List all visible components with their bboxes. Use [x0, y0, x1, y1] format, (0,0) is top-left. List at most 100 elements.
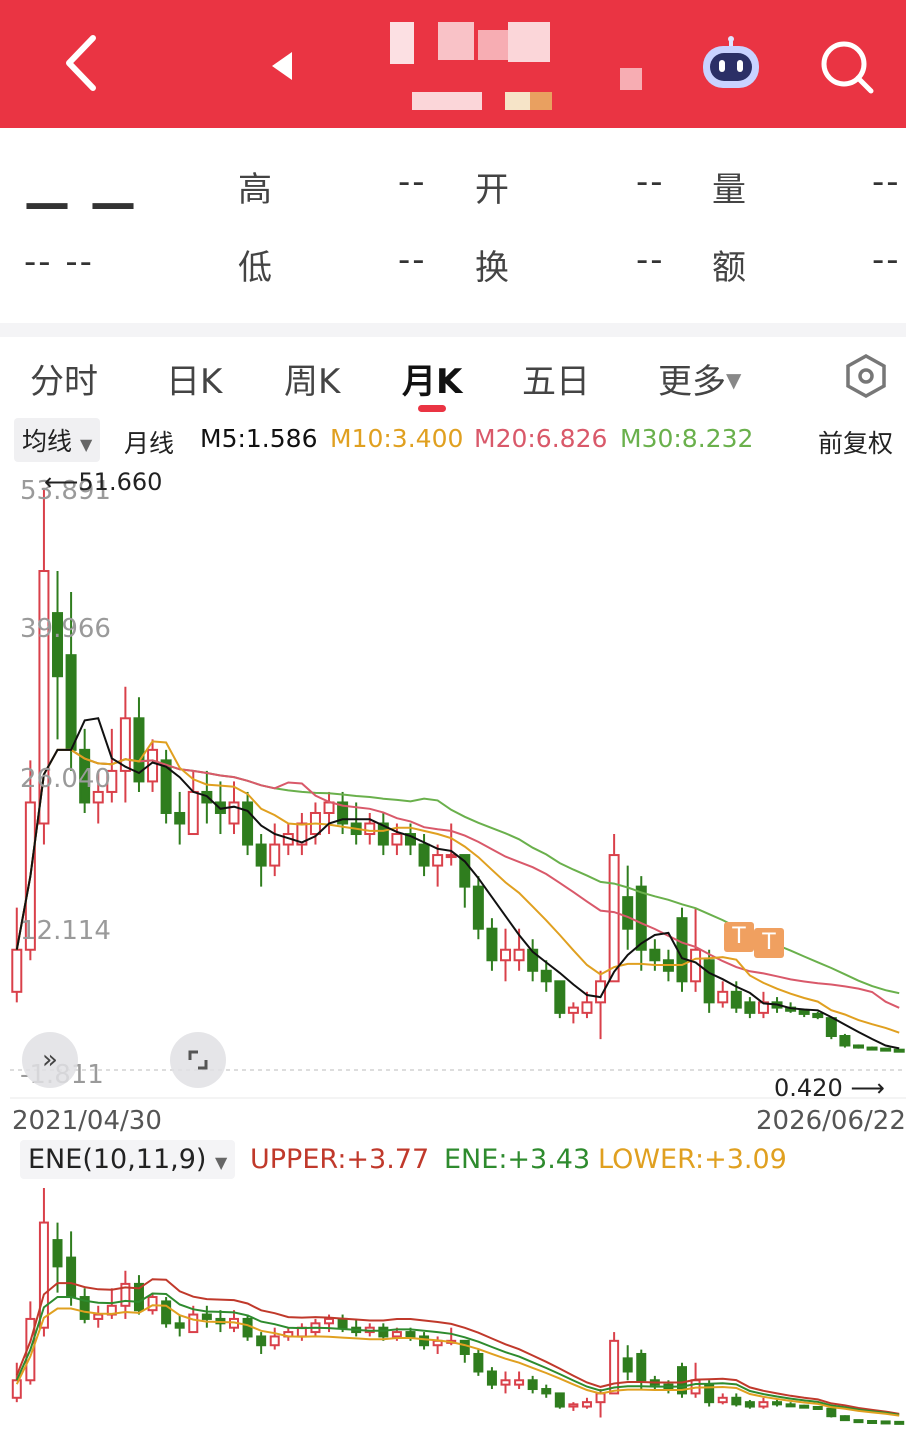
candle-body: [445, 854, 457, 859]
volume-value: --: [872, 162, 901, 202]
candle-body: [269, 843, 281, 867]
candle-body: [731, 1396, 742, 1406]
candle-body: [500, 948, 512, 962]
candle-body: [242, 801, 254, 846]
candle-body: [337, 1317, 348, 1329]
fullscreen-button[interactable]: [170, 1032, 226, 1088]
ma5-value: M5:1.586: [200, 424, 318, 453]
candle-body: [269, 1335, 280, 1347]
candle-body: [66, 1256, 77, 1299]
adjust-mode-button[interactable]: 前复权: [818, 424, 893, 460]
double-chevron-right-icon: »: [42, 1045, 58, 1075]
fullscreen-icon: [188, 1050, 208, 1070]
candle-body: [486, 927, 498, 962]
candle-body: [405, 1331, 416, 1338]
ene-chart[interactable]: [0, 1182, 906, 1444]
indicator-selector[interactable]: ENE(10,11,9) ▼: [20, 1140, 236, 1179]
candle-body: [500, 1379, 511, 1386]
candle-body: [486, 1370, 497, 1386]
candle-body: [894, 1420, 905, 1425]
candle-body: [867, 1420, 878, 1425]
candle-body: [758, 1401, 769, 1408]
tab-intraday[interactable]: 分时: [30, 354, 98, 403]
candle-body: [418, 843, 430, 867]
change-value: -- --: [24, 242, 94, 282]
high-value: --: [398, 162, 427, 202]
robot-assistant-icon: [703, 36, 759, 88]
caret-down-icon: ▼: [215, 1153, 228, 1172]
ene-lower-line: [15, 1304, 900, 1417]
t-marker: T: [754, 928, 784, 958]
candle-body: [567, 1006, 579, 1014]
candle-body: [364, 822, 376, 836]
min-price-label: 0.420: [774, 1074, 843, 1102]
tab-more[interactable]: 更多▼: [658, 354, 741, 403]
indicator-name: ENE(10,11,9): [28, 1144, 207, 1175]
candle-body: [93, 1313, 104, 1320]
candle-body: [636, 1352, 647, 1382]
candle-body: [119, 717, 131, 772]
high-label: 高: [238, 170, 272, 210]
search-button[interactable]: [818, 38, 876, 96]
candle-body: [825, 1017, 837, 1038]
section-divider: [0, 323, 906, 337]
candle-body: [608, 854, 620, 983]
expand-sidebar-button[interactable]: »: [22, 1032, 78, 1088]
candle-body: [147, 1296, 158, 1312]
low-value: --: [398, 240, 427, 280]
chart-settings-button[interactable]: [844, 352, 888, 400]
candle-body: [324, 1317, 335, 1325]
candle-body: [595, 1392, 606, 1404]
candle-body: [622, 1357, 633, 1373]
candle-body: [419, 1335, 430, 1347]
assistant-button[interactable]: [700, 36, 762, 92]
candle-body: [744, 1001, 756, 1014]
tab-five-day[interactable]: 五日: [522, 354, 590, 403]
kline-chart[interactable]: [0, 460, 906, 1100]
ene-lower-value: LOWER:+3.09: [598, 1144, 787, 1175]
end-date: 2026/06/22: [756, 1106, 906, 1136]
chevron-left-icon: [66, 35, 96, 91]
tab-weekly-k[interactable]: 周K: [284, 354, 340, 403]
open-value: --: [636, 162, 665, 202]
candle-body: [799, 1404, 810, 1409]
max-price-annotation: ⟵51.660: [44, 468, 162, 496]
tab-daily-k[interactable]: 日K: [166, 354, 222, 403]
ma20-value: M20:6.826: [474, 424, 608, 453]
candle-body: [649, 948, 661, 962]
candle-body: [772, 1401, 783, 1406]
candle-body: [52, 1239, 63, 1268]
ene-mid-value: ENE:+3.43: [444, 1144, 591, 1175]
candle-body: [826, 1407, 837, 1418]
search-icon: [821, 41, 874, 94]
candle-body: [188, 1313, 199, 1334]
candle-body: [473, 1352, 484, 1373]
quote-panel: — — -- -- 高 -- 开 -- 量 -- 低 -- 换 -- 额 --: [0, 128, 906, 323]
low-label: 低: [238, 248, 272, 288]
ma20-line: [15, 748, 900, 1009]
amount-value: --: [872, 240, 901, 280]
candle-body: [432, 854, 444, 867]
back-button[interactable]: [55, 30, 115, 96]
candle-body: [852, 1044, 864, 1049]
candle-body: [554, 980, 566, 1014]
candle-body: [880, 1420, 891, 1425]
period-label: 月线: [124, 429, 175, 458]
candle-body: [201, 1313, 212, 1320]
candle-body: [785, 1403, 796, 1408]
candle-body: [703, 959, 715, 1004]
candle-body: [812, 1012, 824, 1019]
candle-body: [609, 1339, 620, 1395]
candle-body: [391, 833, 403, 846]
candle-body: [581, 1001, 593, 1014]
candle-body: [459, 1339, 470, 1355]
candle-body: [255, 843, 267, 867]
ene-upper-value: UPPER:+3.77: [250, 1144, 430, 1175]
tab-monthly-k[interactable]: 月K: [402, 354, 462, 403]
y-tick-label: 39.966: [20, 614, 111, 644]
candle-body: [853, 1419, 864, 1424]
ma10-line: [15, 740, 900, 1034]
candle-body: [839, 1415, 850, 1422]
prev-stock-button[interactable]: [268, 48, 298, 84]
ma-selector[interactable]: 均线 ▼: [14, 418, 101, 462]
